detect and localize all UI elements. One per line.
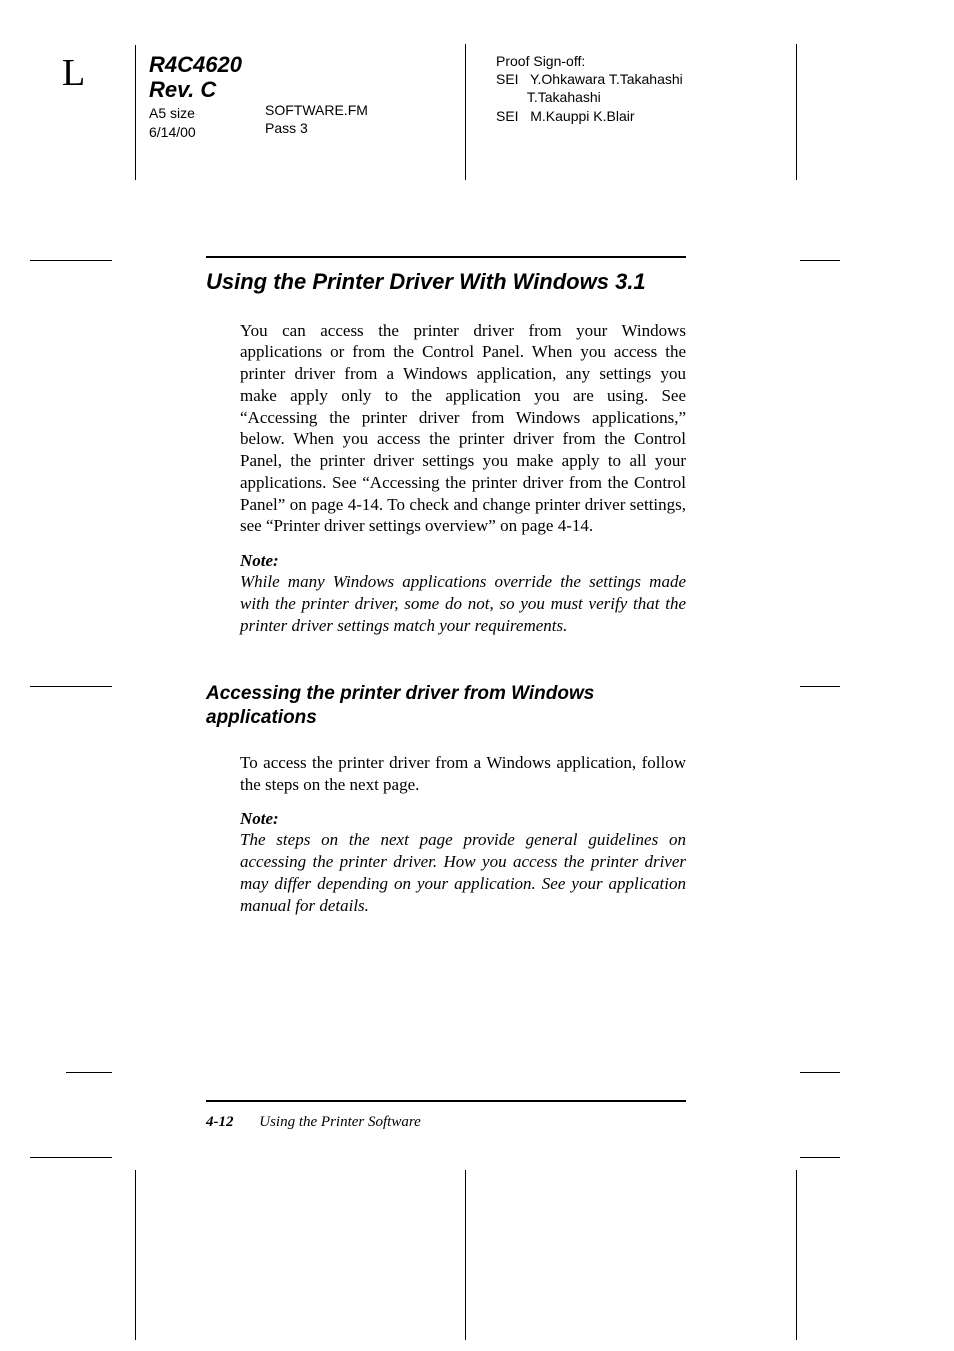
content-column: Using the Printer Driver With Windows 3.… [206,256,686,916]
page-footer: 4-12 Using the Printer Software [206,1114,686,1131]
proof-line: SEI Y.Ohkawara T.Takahashi [496,70,683,88]
header-doc-block-2: SOFTWARE.FM Pass 3 [265,102,368,137]
proof-line: T.Takahashi [496,88,683,106]
crop-mark [800,1157,840,1158]
doc-revision: Rev. C [149,77,242,102]
crop-mark [796,44,797,180]
header-divider [135,45,136,180]
crop-mark [30,1157,112,1158]
section-rule [206,256,686,258]
page-side-letter: L [62,54,85,92]
doc-date: 6/14/00 [149,124,242,142]
footer-rule [206,1100,686,1102]
page-number: 4-12 [206,1114,234,1130]
running-title: Using the Printer Software [259,1114,421,1130]
document-page: L R4C4620 Rev. C A5 size 6/14/00 SOFTWAR… [0,0,954,1351]
crop-mark [796,1170,797,1340]
body-paragraph: To access the printer driver from a Wind… [240,752,686,796]
body-paragraph: You can access the printer driver from y… [240,320,686,538]
doc-pass: Pass 3 [265,120,368,138]
note-paragraph: The steps on the next page provide gener… [240,829,686,916]
subsection-heading: Accessing the printer driver from Window… [206,682,686,730]
section-heading: Using the Printer Driver With Windows 3.… [206,268,686,296]
crop-mark [135,1170,136,1340]
proof-line: SEI M.Kauppi K.Blair [496,107,683,125]
subsection-body: To access the printer driver from a Wind… [240,752,686,917]
proof-signoff-block: Proof Sign-off: SEI Y.Ohkawara T.Takahas… [496,52,683,125]
doc-filename: SOFTWARE.FM [265,102,368,120]
crop-mark [465,1170,466,1340]
header-doc-block: R4C4620 Rev. C A5 size 6/14/00 [149,52,242,142]
proof-title: Proof Sign-off: [496,52,683,70]
crop-mark [30,686,112,687]
doc-code: R4C4620 [149,52,242,77]
header-divider [465,44,466,180]
note-paragraph: While many Windows applications override… [240,571,686,636]
crop-mark [800,686,840,687]
note-label: Note: [240,551,686,571]
doc-size: A5 size [149,105,242,123]
crop-mark [30,260,112,261]
note-label: Note: [240,809,686,829]
section-body: You can access the printer driver from y… [240,320,686,637]
crop-mark [66,1072,112,1073]
crop-mark [800,260,840,261]
crop-mark [800,1072,840,1073]
